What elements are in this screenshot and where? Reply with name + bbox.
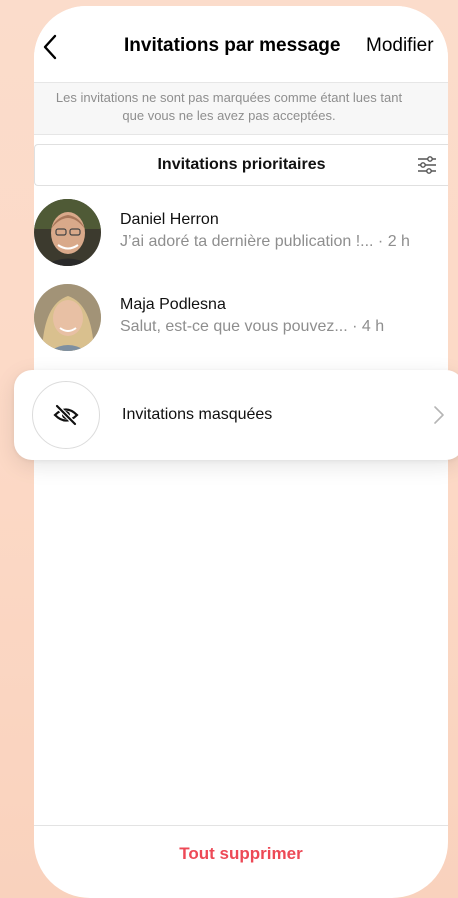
hidden-invitations-label: Invitations masquées [122,406,273,423]
request-name: Daniel Herron [120,211,219,228]
notice-line-2: que vous ne les avez pas acceptées. [122,108,336,123]
footer-divider [34,825,448,826]
top-bar: Invitations par message Modifier [34,6,448,82]
request-name: Maja Podlesna [120,296,226,313]
request-preview: Salut, est-ce que vous pouvez... · 4 h [120,318,385,335]
chevron-left-icon [43,34,57,60]
delete-all-button[interactable]: Tout supprimer [34,844,448,864]
avatar [34,199,101,266]
hidden-icon-circle [32,381,100,449]
read-notice: Les invitations ne sont pas marquées com… [34,82,448,135]
priority-invitations-bar[interactable]: Invitations prioritaires [34,144,448,186]
priority-invitations-label: Invitations prioritaires [157,156,326,173]
list-item[interactable]: Maja Podlesna Salut, est-ce que vous pou… [34,284,448,364]
edit-button[interactable]: Modifier [366,35,434,57]
eye-off-icon [53,404,79,426]
chevron-right-icon [434,406,444,424]
back-button[interactable] [38,32,62,62]
sliders-icon[interactable] [416,155,438,175]
page-title: Invitations par message [124,35,341,56]
request-preview: J’ai adoré ta dernière publication !... … [120,233,410,250]
list-item[interactable]: Daniel Herron J’ai adoré ta dernière pub… [34,199,448,279]
hidden-invitations-row[interactable]: Invitations masquées [14,370,458,460]
avatar [34,284,101,351]
notice-line-1: Les invitations ne sont pas marquées com… [55,90,403,105]
